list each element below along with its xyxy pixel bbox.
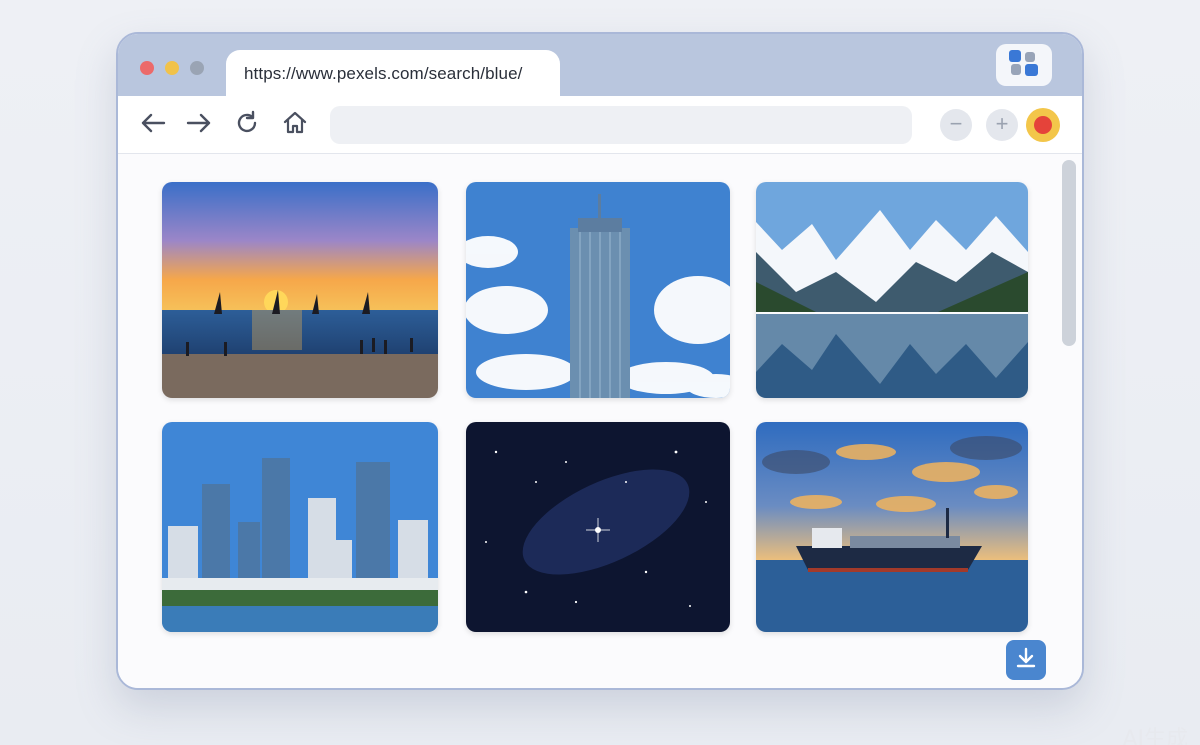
minimize-window-button[interactable] xyxy=(165,61,179,75)
record-button[interactable] xyxy=(1026,108,1060,142)
extension-button[interactable] xyxy=(996,44,1052,86)
tab-title: https://www.pexels.com/search/blue/ xyxy=(244,64,523,83)
image-skyscraper-clouds[interactable] xyxy=(466,182,730,398)
address-bar[interactable] xyxy=(330,106,912,144)
image-cargo-ship-sunset[interactable] xyxy=(756,422,1028,632)
toolbar: − + xyxy=(118,96,1082,154)
home-button[interactable] xyxy=(280,110,310,140)
reload-button[interactable] xyxy=(232,110,262,140)
maximize-window-button[interactable] xyxy=(190,61,204,75)
record-icon xyxy=(1034,116,1052,134)
image-gallery xyxy=(118,154,1082,688)
image-beach-sunset-sailboats[interactable] xyxy=(162,182,438,398)
reload-icon xyxy=(234,110,260,141)
arrow-right-icon xyxy=(186,112,212,139)
vertical-scrollbar[interactable] xyxy=(1062,160,1076,346)
close-window-button[interactable] xyxy=(140,61,154,75)
extension-icon xyxy=(1007,48,1041,83)
image-starry-night-sky[interactable] xyxy=(466,422,730,632)
image-mountain-lake-reflection[interactable] xyxy=(756,182,1028,398)
zoom-out-button[interactable]: − xyxy=(940,109,972,141)
back-button[interactable] xyxy=(138,110,168,140)
forward-button[interactable] xyxy=(184,110,214,140)
arrow-left-icon xyxy=(140,112,166,139)
download-icon xyxy=(1014,646,1038,675)
image-city-skyline[interactable] xyxy=(162,422,438,632)
home-icon xyxy=(282,110,308,141)
browser-window: https://www.pexels.com/search/blue/ − + xyxy=(116,32,1084,690)
browser-tab[interactable]: https://www.pexels.com/search/blue/ xyxy=(226,50,560,98)
watermark: AI生成 xyxy=(1122,727,1188,745)
download-button[interactable] xyxy=(1006,640,1046,680)
zoom-in-button[interactable]: + xyxy=(986,109,1018,141)
title-bar: https://www.pexels.com/search/blue/ xyxy=(118,34,1082,98)
